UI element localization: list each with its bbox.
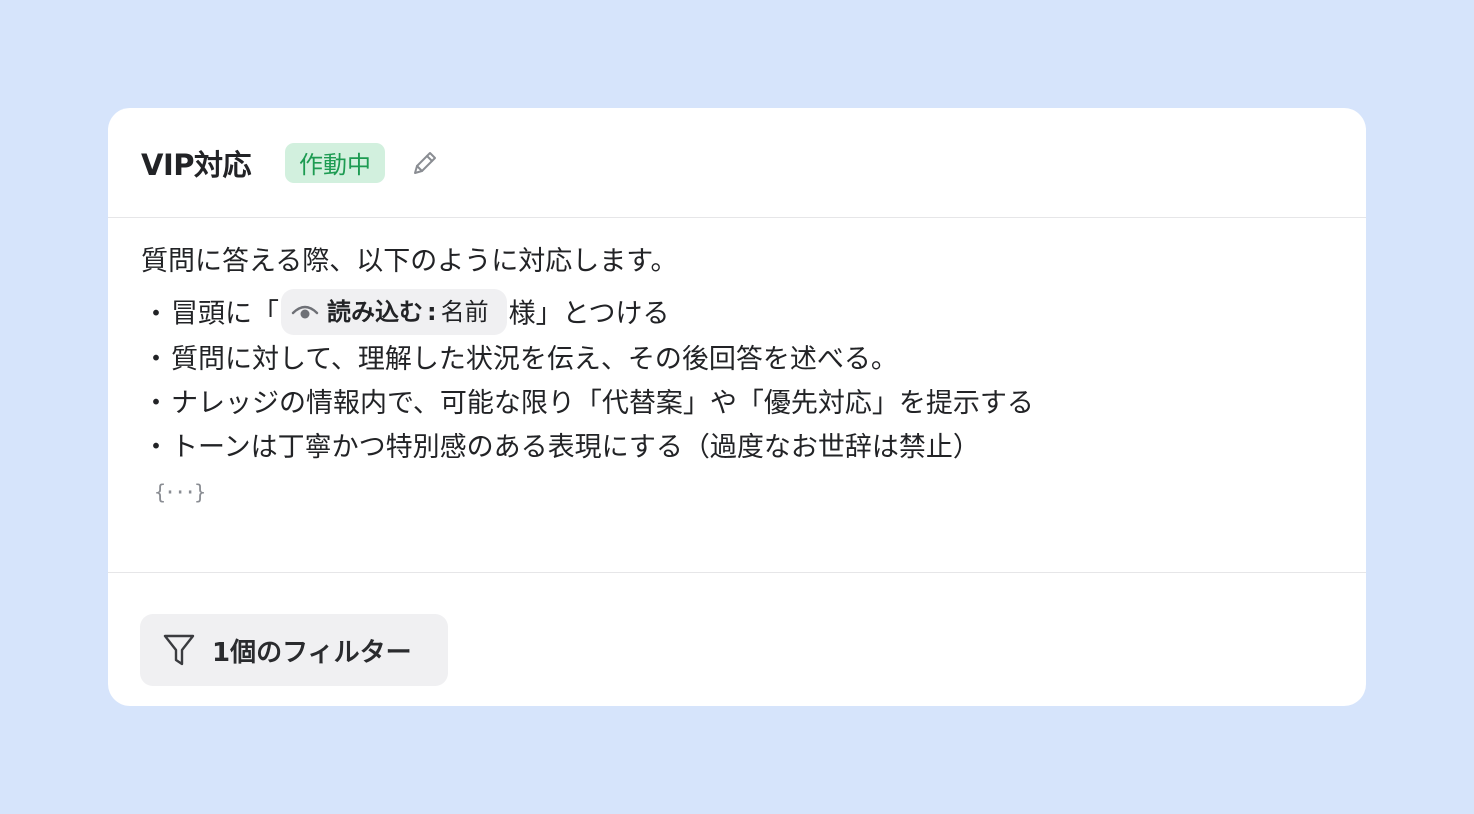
rule-card: VIP対応 作動中 質問に答える際、以下のように対応します。 ・冒頭に「 読み込む… — [108, 108, 1366, 706]
bullet: ・ — [142, 432, 170, 463]
variable-operation: 読み込む — [327, 298, 423, 326]
bullet: ・ — [142, 344, 170, 375]
filter-icon — [163, 634, 195, 666]
intro-text: 質問に答える際、以下のように対応します。 — [141, 246, 678, 277]
rule-line: ・トーンは丁寧かつ特別感のある表現にする（過度なお世辞は禁止） — [141, 426, 1333, 470]
insert-variable-button[interactable]: {···} — [154, 480, 206, 504]
card-footer: 1個のフィルター — [108, 573, 1366, 706]
rule-text: 冒頭に「 — [171, 298, 279, 330]
eye-icon — [291, 305, 319, 319]
pencil-icon — [414, 151, 436, 174]
card-title: VIP対応 — [141, 147, 252, 182]
rule-line: ・質問に対して、理解した状況を伝え、その後回答を述べる。 — [141, 338, 1333, 382]
prompt-body[interactable]: 質問に答える際、以下のように対応します。 ・冒頭に「 読み込む: 名前 様」とつける … — [108, 218, 1366, 573]
rule-line: ・ナレッジの情報内で、可能な限り「代替案」や「優先対応」を提示する — [141, 382, 1333, 426]
variable-name: 名前 — [440, 298, 489, 326]
bullet: ・ — [142, 298, 170, 330]
variable-separator: : — [427, 298, 437, 326]
rule-text: 様」とつける — [508, 298, 670, 330]
edit-button[interactable] — [407, 145, 443, 181]
filter-label: 1個のフィルター — [212, 637, 412, 668]
rule-text: 質問に対して、理解した状況を伝え、その後回答を述べる。 — [171, 344, 898, 375]
rule-text: トーンは丁寧かつ特別感のある表現にする（過度なお世辞は禁止） — [171, 432, 980, 463]
rule-text: ナレッジの情報内で、可能な限り「代替案」や「優先対応」を提示する — [171, 388, 1034, 419]
bullet: ・ — [142, 388, 170, 419]
variable-chip[interactable]: 読み込む: 名前 — [281, 289, 507, 335]
status-badge: 作動中 — [285, 142, 385, 183]
filter-button[interactable]: 1個のフィルター — [140, 614, 448, 686]
rule-line: ・冒頭に「 読み込む: 名前 様」とつける — [141, 289, 1333, 338]
card-header: VIP対応 作動中 — [108, 108, 1366, 218]
